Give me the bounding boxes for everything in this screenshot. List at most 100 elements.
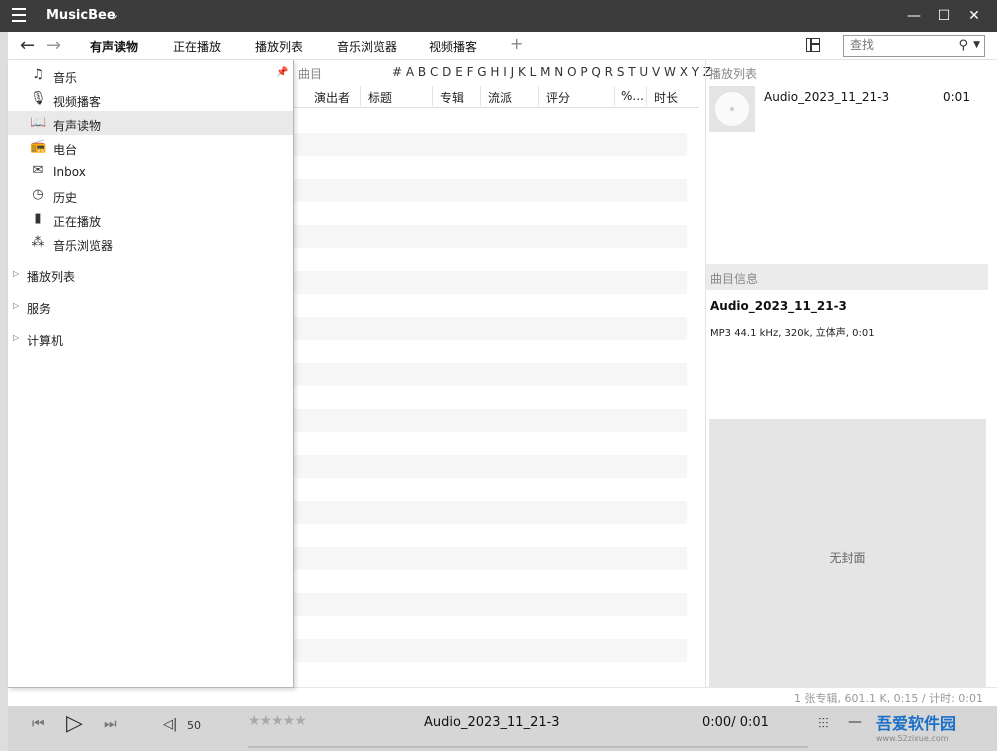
book-icon: 📖 <box>30 115 47 130</box>
radio-antenna-icon: 📻 <box>30 139 47 154</box>
empty-row <box>294 547 687 570</box>
add-tab-button[interactable]: + <box>510 34 523 53</box>
seek-bar[interactable] <box>248 746 808 748</box>
sidebar-item-history[interactable]: ◷ 历史 <box>8 183 293 207</box>
search-icon[interactable]: ⚲ <box>958 38 968 53</box>
expand-triangle-icon[interactable]: ▷ <box>13 269 19 278</box>
title-bar: MusicBee ⌄ — ☐ ✕ <box>0 0 997 32</box>
watermark-title: 吾爱软件园 <box>876 714 957 733</box>
music-note-icon: ♫ <box>32 67 44 82</box>
column-divider[interactable] <box>538 86 539 106</box>
playlist-track-title[interactable]: Audio_2023_11_21-3 <box>764 90 889 104</box>
column-divider[interactable] <box>432 86 433 106</box>
sidebar-item-label: Inbox <box>53 165 86 179</box>
maximize-button[interactable]: ☐ <box>934 6 954 26</box>
equalizer-bars-icon: ▮ <box>34 211 42 226</box>
sidebar-item-podcasts[interactable]: 🎙 视频播客 <box>8 87 293 111</box>
empty-row <box>294 363 687 386</box>
sidebar-group-label: 服务 <box>27 302 52 316</box>
empty-row <box>294 455 687 478</box>
search-dropdown-icon[interactable]: ▼ <box>973 40 980 50</box>
volume-icon[interactable]: ◁| <box>163 717 177 732</box>
play-button[interactable]: ▷ <box>66 711 83 736</box>
alphabet-index[interactable]: # A B C D E F G H I J K L M N O P Q R S … <box>392 65 711 79</box>
status-bar: 1 张专辑, 601.1 K, 0:15 / 计时: 0:01 <box>8 687 997 706</box>
sidebar-item-label: 电台 <box>53 143 78 157</box>
now-playing-title: Audio_2023_11_21-3 <box>424 715 560 730</box>
column-divider[interactable] <box>360 86 361 106</box>
album-thumbnail <box>709 86 755 132</box>
column-header-percent[interactable]: %... <box>621 89 644 103</box>
nodes-icon: ⁂ <box>31 235 45 250</box>
empty-row <box>294 133 687 156</box>
status-text: 1 张专辑, 601.1 K, 0:15 / 计时: 0:01 <box>794 692 983 705</box>
sidebar-item-music[interactable]: ♫ 音乐 <box>8 63 293 87</box>
layout-icon[interactable] <box>806 38 820 52</box>
microphone-icon: 🎙 <box>30 91 47 106</box>
mini-player-icon[interactable]: — <box>848 714 862 730</box>
close-button[interactable]: ✕ <box>964 6 984 26</box>
no-cover-label: 无封面 <box>829 551 866 565</box>
forward-arrow-icon[interactable]: → <box>46 35 61 56</box>
empty-row <box>294 593 687 616</box>
previous-track-button[interactable]: ⏮ <box>32 716 45 732</box>
hamburger-menu-icon[interactable] <box>12 8 32 24</box>
tab-now-playing[interactable]: 正在播放 <box>173 38 221 55</box>
tab-playlists[interactable]: 播放列表 <box>255 38 303 55</box>
chevron-down-icon[interactable]: ⌄ <box>110 8 119 21</box>
watermark-url: www.52zixue.com <box>876 734 949 743</box>
sidebar-group-playlists[interactable]: ▷ 播放列表 <box>8 262 293 286</box>
sidebar-item-label: 视频播客 <box>53 95 102 109</box>
column-divider[interactable] <box>614 86 615 106</box>
envelope-icon: ✉ <box>32 163 44 178</box>
app-title[interactable]: MusicBee <box>46 8 116 23</box>
panel-divider[interactable] <box>705 60 706 687</box>
sidebar-item-inbox[interactable]: ✉ Inbox <box>8 159 293 183</box>
sidebar-group-services[interactable]: ▷ 服务 <box>8 294 293 318</box>
sidebar-item-label: 音乐 <box>53 71 78 85</box>
back-arrow-icon[interactable]: ← <box>20 35 35 56</box>
empty-row <box>294 639 687 662</box>
sidebar-item-label: 音乐浏览器 <box>53 239 114 253</box>
volume-level[interactable]: 50 <box>187 719 201 732</box>
minimize-button[interactable]: — <box>904 6 924 26</box>
track-info-detail: MP3 44.1 kHz, 320k, 立体声, 0:01 <box>710 328 875 339</box>
search-box[interactable]: ⚲ ▼ <box>843 35 985 57</box>
rating-stars[interactable]: ★★★★★ <box>248 713 307 729</box>
watermark-logo: 吾爱软件园 www.52zixue.com <box>876 710 956 743</box>
sidebar-panel: 📌 ♫ 音乐 🎙 视频播客 📖 有声读物 📻 电台 ✉ Inbox ◷ 历史 ▮… <box>8 60 294 688</box>
column-divider[interactable] <box>480 86 481 106</box>
sidebar-item-label: 正在播放 <box>53 215 102 229</box>
sidebar-item-radio[interactable]: 📻 电台 <box>8 135 293 159</box>
next-track-button[interactable]: ⏭ <box>104 716 117 732</box>
track-list-header: 曲目 <box>298 67 323 81</box>
column-headers: 演出者 标题 专辑 流派 评分 %... 时长 <box>294 84 699 108</box>
left-edge <box>0 32 8 751</box>
tab-audiobooks[interactable]: 有声读物 <box>90 38 138 55</box>
column-header-rating[interactable]: 评分 <box>546 89 570 106</box>
column-header-genre[interactable]: 流派 <box>488 89 512 106</box>
track-info-title: 曲目信息 <box>710 272 759 286</box>
right-panel-scrollbar[interactable] <box>988 60 997 687</box>
sidebar-item-now-playing[interactable]: ▮ 正在播放 <box>8 207 293 231</box>
column-header-title[interactable]: 标题 <box>368 89 392 106</box>
column-header-artist[interactable]: 演出者 <box>314 89 350 106</box>
track-info-name: Audio_2023_11_21-3 <box>710 299 847 313</box>
sidebar-item-music-browser[interactable]: ⁂ 音乐浏览器 <box>8 231 293 255</box>
expand-triangle-icon[interactable]: ▷ <box>13 301 19 310</box>
sidebar-item-label: 历史 <box>53 191 78 205</box>
column-header-duration[interactable]: 时长 <box>654 89 678 106</box>
tab-music-browser[interactable]: 音乐浏览器 <box>337 38 397 55</box>
sidebar-item-audiobooks[interactable]: 📖 有声读物 <box>8 111 293 135</box>
column-divider[interactable] <box>646 86 647 106</box>
column-header-album[interactable]: 专辑 <box>440 89 464 106</box>
sidebar-group-computer[interactable]: ▷ 计算机 <box>8 326 293 350</box>
sidebar-group-label: 播放列表 <box>27 270 76 284</box>
search-input[interactable] <box>850 38 950 52</box>
tab-podcasts[interactable]: 视频播客 <box>429 38 477 55</box>
album-art-placeholder: 无封面 <box>709 419 986 687</box>
expand-triangle-icon[interactable]: ▷ <box>13 333 19 342</box>
empty-row <box>294 317 687 340</box>
sidebar-item-label: 有声读物 <box>53 119 102 133</box>
equalizer-icon[interactable]: ⫶⫶⫶ <box>818 716 829 732</box>
